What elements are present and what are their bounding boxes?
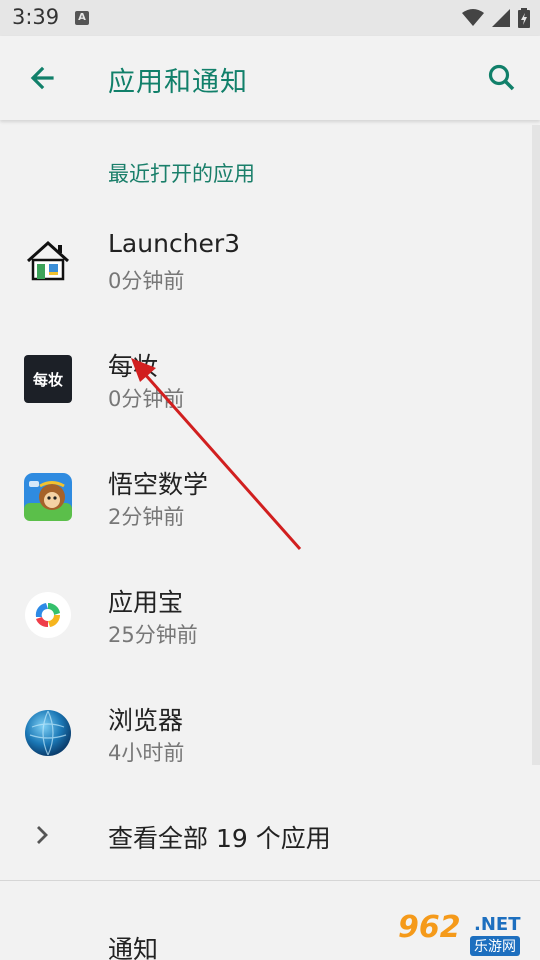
wukong-math-icon [24,473,72,521]
section-title-recent: 最近打开的应用 [108,162,255,186]
signal-icon [492,9,510,27]
app-time: 0分钟前 [108,269,185,293]
status-time: 3:39 [12,5,60,29]
yingyongbao-icon [25,592,71,638]
status-icons [462,8,530,28]
notification-a-icon: A [75,11,89,25]
app-time: 4小时前 [108,741,185,765]
wifi-icon [462,9,484,26]
see-all-apps-label: 查看全部 19 个应用 [108,824,331,853]
arrow-back-icon [30,66,54,90]
app-name: Launcher3 [108,229,241,258]
chevron-right-icon [37,826,48,844]
divider [0,880,540,881]
page-title: 应用和通知 [108,67,248,98]
watermark-suffix: .NET [474,914,521,935]
app-name: 应用宝 [108,588,184,617]
app-row-wukong-math[interactable]: 悟空数学 2分钟前 [0,439,540,557]
search-icon [488,64,515,91]
app-time: 25分钟前 [108,623,198,647]
battery-icon [518,8,530,28]
app-name: 每妆 [108,352,159,381]
meizhuang-icon: 每妆 [24,355,72,403]
notifications-item[interactable]: 通知 [108,930,158,960]
meizhuang-icon-text: 每妆 [32,370,63,389]
watermark-cn: 乐游网 [470,936,520,956]
app-name: 悟空数学 [108,470,209,499]
house-icon [26,240,70,281]
watermark-number: 962 [398,910,461,945]
app-row-meizhuang[interactable]: 每妆 每妆 0分钟前 [0,321,540,439]
app-row-browser[interactable]: 浏览器 4小时前 [0,675,540,793]
status-bar: 3:39 A [0,0,540,36]
back-button[interactable] [22,58,62,98]
app-name: 浏览器 [108,706,184,735]
app-time: 0分钟前 [108,387,185,411]
watermark-logo: 962 .NET 乐游网 [396,908,536,958]
browser-globe-icon [25,710,71,756]
see-all-apps-row[interactable]: 查看全部 19 个应用 [0,795,540,877]
app-row-yingyongbao[interactable]: 应用宝 25分钟前 [0,557,540,675]
search-button[interactable] [482,58,522,98]
app-time: 2分钟前 [108,505,185,529]
app-row-launcher3[interactable]: Launcher3 0分钟前 [0,203,540,321]
app-bar: 应用和通知 [0,36,540,120]
